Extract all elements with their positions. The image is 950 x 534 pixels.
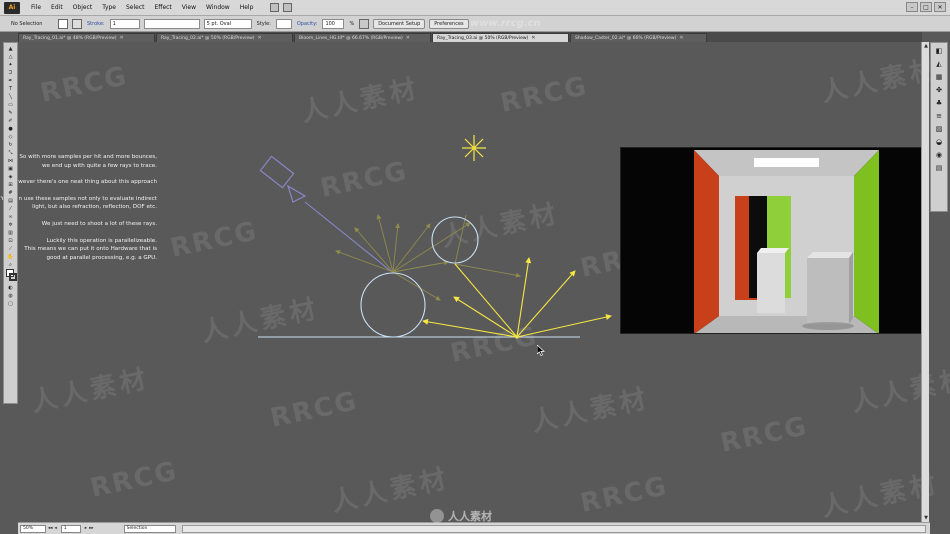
mouse-cursor-icon bbox=[537, 345, 545, 356]
magic-wand-icon[interactable]: ✦ bbox=[6, 61, 16, 68]
text-paragraph: We just need to shoot a lot of these ray… bbox=[0, 220, 157, 229]
text-line: This means we can put it onto Hardware t… bbox=[24, 246, 157, 253]
column-graph-icon[interactable]: ▥ bbox=[6, 229, 16, 236]
type-tool-icon[interactable]: T bbox=[6, 85, 16, 92]
width-tool-icon[interactable]: ⋈ bbox=[6, 157, 16, 164]
rotate-tool-icon[interactable]: ↻ bbox=[6, 141, 16, 148]
vertical-scrollbar[interactable]: ▲ ▼ bbox=[921, 42, 929, 522]
zoom-level-field[interactable]: 50% bbox=[20, 524, 46, 533]
gradient-panel-icon[interactable]: ▨ bbox=[934, 124, 944, 134]
illustrator-window: Ai File Edit Object Type Select Effect V… bbox=[0, 0, 950, 534]
text-line: You can use these samples not only to ev… bbox=[0, 195, 157, 202]
secondary-rays bbox=[335, 214, 521, 301]
color-guide-icon[interactable]: ◭ bbox=[934, 59, 944, 69]
stroke-panel-icon[interactable]: ≡ bbox=[934, 111, 944, 121]
panel-dock: ◧ ◭ ▦ ✤ ♣ ≡ ▨ ◒ ◉ ▤ bbox=[930, 42, 948, 212]
small-sphere bbox=[431, 216, 479, 264]
light-source-icon bbox=[462, 135, 486, 161]
logo-circle-icon bbox=[430, 509, 444, 523]
selection-tool-icon[interactable]: ▲ bbox=[6, 45, 16, 52]
hand-tool-icon[interactable]: ✋ bbox=[6, 253, 16, 260]
text-paragraph: You can use these samples not only to ev… bbox=[0, 195, 157, 212]
primary-ray bbox=[304, 201, 393, 273]
next-artboard-icon[interactable]: ▸ bbox=[85, 526, 87, 531]
text-paragraph: So with more samples per hit and more bo… bbox=[0, 153, 157, 170]
text-line: We just need to shoot a lot of these ray… bbox=[41, 220, 157, 227]
gradient-tool-icon[interactable]: ▤ bbox=[6, 197, 16, 204]
last-artboard-icon[interactable]: ▸▸ bbox=[89, 526, 94, 531]
text-line: So with more samples per hit and more bo… bbox=[19, 154, 157, 160]
scale-tool-icon[interactable]: ⤡ bbox=[6, 149, 16, 156]
zoom-tool-icon[interactable]: ⌕ bbox=[6, 261, 16, 268]
blob-brush-icon[interactable]: ● bbox=[6, 125, 16, 132]
cornell-box-render bbox=[620, 147, 922, 334]
line-tool-icon[interactable]: ╲ bbox=[6, 93, 16, 100]
text-paragraph: However there's one neat thing about thi… bbox=[0, 178, 157, 187]
text-paragraph: Luckily this operation is parallelizeabl… bbox=[0, 237, 157, 263]
pencil-tool-icon[interactable]: ✐ bbox=[6, 117, 16, 124]
current-tool-status: Selection bbox=[123, 524, 176, 533]
lasso-tool-icon[interactable]: ᑐ bbox=[6, 69, 16, 76]
direct-selection-tool-icon[interactable]: △ bbox=[6, 53, 16, 60]
watermark-logo: 人人素材 bbox=[430, 508, 492, 524]
large-sphere bbox=[360, 272, 426, 338]
slice-tool-icon[interactable]: ⟋ bbox=[6, 245, 16, 252]
draw-mode-icon[interactable]: ◍ bbox=[6, 292, 16, 299]
rectangle-tool-icon[interactable]: ▭ bbox=[6, 101, 16, 108]
text-line: Luckily this operation is parallelizeabl… bbox=[46, 237, 157, 244]
text-line: light, but also refraction, reflection, … bbox=[32, 204, 157, 211]
scroll-down-icon[interactable]: ▼ bbox=[922, 514, 930, 522]
text-line: However there's one neat thing about thi… bbox=[10, 179, 157, 186]
shape-builder-icon[interactable]: ◈ bbox=[6, 173, 16, 180]
perspective-grid-icon[interactable]: ⊞ bbox=[6, 181, 16, 188]
paintbrush-tool-icon[interactable]: ✎ bbox=[6, 109, 16, 116]
logo-text: 人人素材 bbox=[448, 510, 492, 523]
artboard-tool-icon[interactable]: ⊡ bbox=[6, 237, 16, 244]
color-mode-icon[interactable]: ◐ bbox=[6, 284, 16, 291]
appearance-panel-icon[interactable]: ◉ bbox=[934, 150, 944, 160]
artboard-number-field[interactable]: 1 bbox=[60, 524, 81, 533]
text-line: good at parallel processing, e.g. a GPU. bbox=[46, 254, 157, 261]
fill-stroke-selector[interactable] bbox=[5, 269, 17, 283]
slide-text-block: So with more samples per hit and more bo… bbox=[0, 153, 157, 270]
layers-panel-icon[interactable]: ▤ bbox=[934, 163, 944, 173]
text-line: we end up with quite a few rays to trace… bbox=[41, 162, 157, 169]
pen-tool-icon[interactable]: ✒ bbox=[6, 77, 16, 84]
hit-point bbox=[515, 335, 519, 339]
horizontal-scrollbar[interactable] bbox=[181, 524, 926, 533]
eraser-tool-icon[interactable]: ◇ bbox=[6, 133, 16, 140]
symbol-sprayer-icon[interactable]: ✲ bbox=[6, 221, 16, 228]
camera-icon bbox=[259, 155, 307, 203]
bounce-rays bbox=[422, 257, 612, 338]
transparency-panel-icon[interactable]: ◒ bbox=[934, 137, 944, 147]
brushes-panel-icon[interactable]: ✤ bbox=[934, 85, 944, 95]
first-artboard-icon[interactable]: ◂◂ bbox=[48, 526, 53, 531]
tools-panel: ▲ △ ✦ ᑐ ✒ T ╲ ▭ ✎ ✐ ● ◇ ↻ ⤡ ⋈ ▣ ◈ ⊞ # ▤ … bbox=[3, 42, 18, 404]
mesh-tool-icon[interactable]: # bbox=[6, 189, 16, 196]
color-panel-icon[interactable]: ◧ bbox=[934, 46, 944, 56]
screen-mode-icon[interactable]: ▢ bbox=[6, 300, 16, 307]
blend-tool-icon[interactable]: ∞ bbox=[6, 213, 16, 220]
stroke-swatch-icon[interactable] bbox=[8, 273, 17, 281]
previous-artboard-icon[interactable]: ◂ bbox=[55, 526, 57, 531]
symbols-panel-icon[interactable]: ♣ bbox=[934, 98, 944, 108]
scroll-up-icon[interactable]: ▲ bbox=[922, 42, 930, 50]
free-transform-icon[interactable]: ▣ bbox=[6, 165, 16, 172]
swatches-panel-icon[interactable]: ▦ bbox=[934, 72, 944, 82]
eyedropper-tool-icon[interactable]: ⁄ bbox=[6, 205, 16, 212]
